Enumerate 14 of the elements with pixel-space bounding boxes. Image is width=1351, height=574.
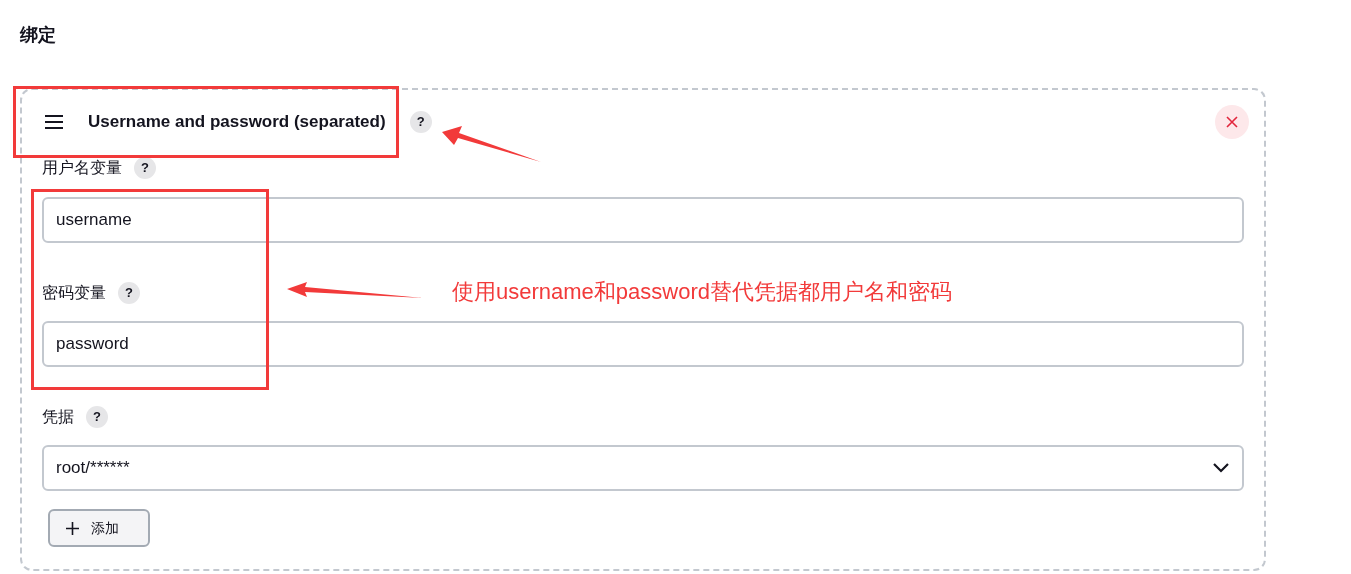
help-icon[interactable]: ? bbox=[118, 282, 140, 304]
binding-title: Username and password (separated) bbox=[88, 111, 386, 134]
help-icon[interactable]: ? bbox=[86, 406, 108, 428]
annotation-text: 使用username和password替代凭据都用户名和密码 bbox=[452, 278, 952, 306]
select-field[interactable]: root/****** bbox=[42, 445, 1244, 491]
section-title: 绑定 bbox=[20, 24, 57, 47]
help-icon[interactable]: ? bbox=[134, 157, 156, 179]
help-icon[interactable]: ? bbox=[409, 111, 432, 133]
input-field[interactable]: password bbox=[42, 321, 1244, 367]
field-label: 凭据 bbox=[42, 407, 74, 427]
field-label: 密码变量 bbox=[42, 283, 106, 303]
field-label: 用户名变量 bbox=[42, 158, 122, 178]
add-button[interactable]: 添加 bbox=[48, 509, 150, 547]
input-field[interactable]: username bbox=[42, 197, 1244, 243]
